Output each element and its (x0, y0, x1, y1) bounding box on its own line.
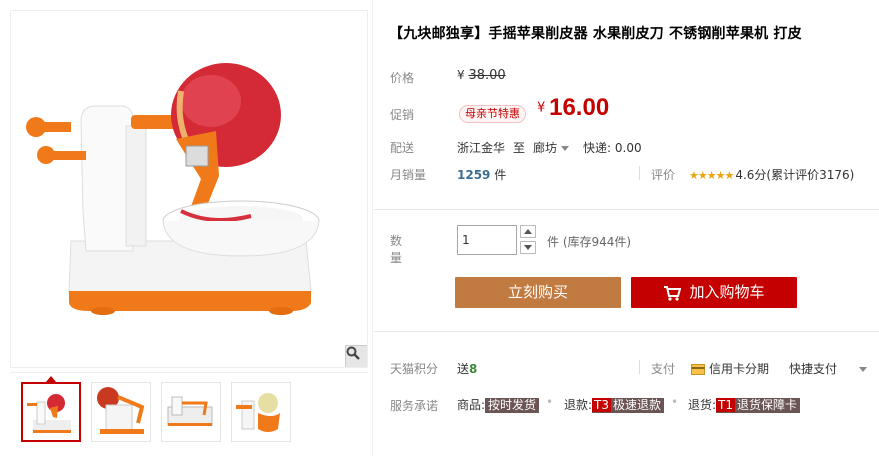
service-return-label: 退货: (688, 398, 717, 412)
zoom-button[interactable] (345, 345, 367, 367)
monthly-sales: 1259 件 (457, 166, 506, 183)
service-return[interactable]: 退货: T1 退货保障卡 (688, 396, 801, 413)
ship-to-word: 至 (513, 141, 526, 155)
thumbnail-2[interactable] (91, 382, 151, 442)
points-label: 天猫积分 (390, 362, 439, 376)
apple-peeler-illustration (26, 63, 320, 315)
chevron-up-icon (524, 229, 532, 234)
buy-now-button[interactable]: 立刻购买 (455, 277, 621, 308)
points-value: 8 (469, 362, 478, 376)
service-goods-badge: 按时发货 (485, 398, 540, 413)
service-goods[interactable]: 商品: 按时发货 (457, 396, 540, 413)
service-refund[interactable]: 退款: T3 极速退款 (564, 396, 665, 413)
chevron-down-icon (859, 367, 868, 372)
thumbnail-4[interactable] (231, 382, 291, 442)
quantity-label: 数量 (390, 234, 403, 265)
price-box: 价格 ¥ 38.00 促销 母亲节特惠 ¥ 16.00 配送 浙江金华至廊坊 快递… (374, 55, 879, 195)
credit-installment[interactable]: 信用卡分期 (691, 360, 769, 377)
sales-unit: 件 (494, 168, 507, 182)
promo-tag: 母亲节特惠 (459, 105, 526, 123)
main-product-image[interactable] (10, 10, 368, 368)
cart-icon (664, 285, 682, 301)
quantity-input[interactable] (457, 225, 517, 255)
service-label: 服务承诺 (390, 399, 439, 413)
product-page: 【九块邮独享】手摇苹果削皮器 水果削皮刀 不锈钢削苹果机 打皮 价格 ¥ 38.… (0, 0, 879, 456)
shipping-info: 浙江金华至廊坊 快递: 0.00 (457, 139, 642, 156)
promo-label: 促销 (390, 108, 415, 122)
thumbnail-3[interactable] (161, 382, 221, 442)
chevron-down-icon (524, 245, 532, 250)
express-fee: 快递: 0.00 (583, 141, 642, 155)
service-return-badge: T1 退货保障卡 (716, 398, 801, 413)
star-rating-icon: ★★★★★ (689, 169, 734, 182)
price-label: 价格 (390, 71, 415, 85)
service-refund-code: T3 (592, 398, 612, 412)
rating-label: 评价 (651, 168, 676, 182)
add-to-cart-label: 加入购物车 (689, 283, 765, 301)
product-title: 【九块邮独享】手摇苹果削皮器 水果削皮刀 不锈钢削苹果机 打皮 (389, 26, 802, 42)
thumbnail-image (27, 394, 71, 433)
quick-pay-label: 快捷支付 (789, 362, 838, 376)
separator-dot: • (671, 395, 679, 409)
service-return-code: T1 (716, 398, 736, 412)
divider (639, 166, 640, 180)
service-refund-label: 退款: (564, 398, 593, 412)
credit-installment-label: 信用卡分期 (709, 362, 770, 376)
product-detail: 【九块邮独享】手摇苹果削皮器 水果削皮刀 不锈钢削苹果机 打皮 价格 ¥ 38.… (372, 0, 879, 456)
thumbnail-image (167, 396, 213, 426)
shipping-label: 配送 (390, 141, 415, 155)
ship-from: 浙江金华 (457, 141, 506, 155)
currency-symbol: ¥ (457, 68, 465, 82)
service-refund-badge: T3 极速退款 (592, 398, 665, 413)
divider (374, 331, 879, 332)
promo-price: ¥ 16.00 (537, 94, 609, 122)
points-send: 送8 (457, 360, 477, 377)
product-gallery (0, 0, 372, 456)
quick-pay-select[interactable]: 快捷支付 (789, 360, 868, 377)
destination-value: 廊坊 (533, 141, 558, 155)
divider (374, 209, 879, 210)
sales-count: 1259 (457, 168, 491, 182)
magnifier-icon (346, 346, 360, 360)
rating-text: 4.6分(累计评价3176) (735, 168, 855, 182)
thumbnail-image (236, 393, 280, 432)
add-to-cart-button[interactable]: 加入购物车 (631, 277, 797, 308)
rating[interactable]: 评价 ★★★★★ 4.6分(累计评价3176) (651, 166, 854, 183)
separator-dot: • (546, 395, 554, 409)
points-send-text: 送 (457, 362, 470, 376)
quantity-decrease-button[interactable] (520, 241, 536, 254)
thumbnail-strip (10, 372, 368, 456)
service-return-text: 退货保障卡 (737, 398, 798, 412)
chevron-down-icon (561, 146, 570, 151)
quantity-increase-button[interactable] (520, 225, 536, 238)
thumbnail-image (97, 387, 145, 434)
original-price: ¥ 38.00 (457, 68, 506, 83)
destination-select[interactable]: 廊坊 (533, 141, 570, 155)
pay-label: 支付 (651, 362, 676, 376)
service-goods-label: 商品: (457, 398, 486, 412)
promo-price-value: 16.00 (549, 94, 610, 121)
thumbnail-1[interactable] (21, 376, 81, 442)
divider (639, 360, 640, 374)
service-refund-text: 极速退款 (613, 398, 662, 412)
sales-label: 月销量 (390, 168, 427, 182)
stock-info: 件 (库存944件) (547, 235, 632, 249)
credit-card-icon (691, 364, 705, 375)
original-price-value: 38.00 (468, 68, 506, 83)
currency-symbol: ¥ (537, 100, 546, 116)
